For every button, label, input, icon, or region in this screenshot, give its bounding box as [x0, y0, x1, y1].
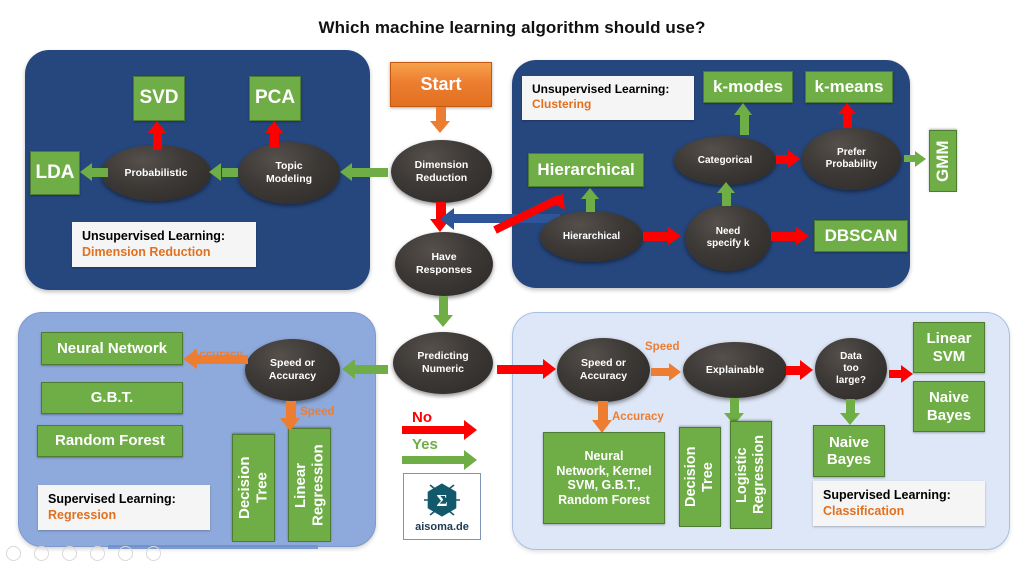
outcome-logistic-regression[interactable]: Logistic Regression	[730, 421, 772, 529]
outcome-decision-tree-classification[interactable]: Decision Tree	[679, 427, 721, 527]
page-title: Which machine learning algorithm should …	[318, 18, 706, 37]
outcome-dbscan[interactable]: DBSCAN	[814, 220, 908, 252]
caption-line-2: Regression	[48, 508, 117, 522]
caption-line-1: Supervised Learning:	[823, 488, 951, 502]
outcome-svd[interactable]: SVD	[133, 76, 185, 121]
caption-line-2: Clustering	[532, 97, 592, 112]
outcome-hierarchical[interactable]: Hierarchical	[528, 153, 644, 187]
legend-label-no: No	[412, 409, 432, 426]
outcome-neural-network[interactable]: Neural Network	[41, 332, 183, 365]
outcome-pca[interactable]: PCA	[249, 76, 301, 121]
caption-line-1: Supervised Learning:	[48, 492, 176, 506]
caption-line-1: Unsupervised Learning:	[82, 229, 226, 243]
outcome-nn-kernelsvm-gbt-rf[interactable]: Neural Network, Kernel SVM, G.B.T., Rand…	[543, 432, 665, 524]
edge-label-speed-classification: Speed	[645, 341, 680, 353]
aisoma-logo[interactable]: Σ aisoma.de	[403, 473, 481, 540]
outcome-decision-tree-regression[interactable]: Decision Tree	[232, 434, 275, 542]
outcome-linear-regression[interactable]: Linear Regression	[288, 428, 331, 542]
outcome-naive-bayes-middle[interactable]: Naive Bayes	[813, 425, 885, 477]
start-node[interactable]: Start	[390, 62, 492, 107]
node-categorical[interactable]: Categorical	[674, 136, 776, 185]
aisoma-logo-text: aisoma.de	[415, 521, 469, 533]
caption-line-2: Dimension Reduction	[82, 245, 211, 259]
node-speed-or-accuracy-regression[interactable]: Speed or Accuracy	[245, 339, 340, 401]
node-explainable[interactable]: Explainable	[683, 342, 787, 398]
svg-text:Σ: Σ	[436, 491, 447, 510]
caption-line-2: Classification	[823, 504, 905, 518]
caption-clustering: Unsupervised Learning: Clustering	[522, 76, 694, 120]
outcome-gmm[interactable]: GMM	[929, 130, 957, 192]
node-need-specify-k[interactable]: Need specify k	[685, 205, 771, 271]
outcome-k-means[interactable]: k-means	[805, 71, 893, 103]
outcome-k-modes[interactable]: k-modes	[703, 71, 793, 103]
caption-regression: Supervised Learning: Regression	[38, 485, 210, 530]
edge-label-speed-regression: Speed	[300, 406, 335, 418]
caption-line-1: Unsupervised Learning:	[532, 82, 670, 96]
node-have-responses[interactable]: Have Responses	[395, 232, 493, 296]
outcome-linear-svm[interactable]: Linear SVM	[913, 322, 985, 373]
legend-label-yes: Yes	[412, 436, 438, 453]
node-data-too-large[interactable]: Data too large?	[815, 338, 887, 400]
outcome-random-forest[interactable]: Random Forest	[37, 425, 183, 457]
outcome-gbt[interactable]: G.B.T.	[41, 382, 183, 414]
caption-dimension-reduction: Unsupervised Learning: Dimension Reducti…	[72, 222, 256, 267]
node-predicting-numeric[interactable]: Predicting Numeric	[393, 332, 493, 394]
outcome-lda[interactable]: LDA	[30, 151, 80, 195]
edge-label-accuracy-classification: Accuracy	[612, 411, 664, 423]
edge-label-accuracy-regression: Accuracy	[191, 349, 243, 361]
node-probabilistic[interactable]: Probabilistic	[101, 145, 211, 201]
node-topic-modeling[interactable]: Topic Modeling	[238, 142, 340, 204]
node-dimension-reduction[interactable]: Dimension Reduction	[391, 140, 492, 203]
node-speed-or-accuracy-classification[interactable]: Speed or Accuracy	[557, 338, 650, 402]
flowchart-canvas: Which machine learning algorithm should …	[0, 0, 1024, 561]
node-hierarchical[interactable]: Hierarchical	[540, 211, 643, 262]
aisoma-hexagon-sigma-icon: Σ	[424, 483, 460, 517]
node-prefer-probability[interactable]: Prefer Probability	[802, 128, 901, 190]
caption-classification: Supervised Learning: Classification	[813, 481, 985, 526]
outcome-naive-bayes-right[interactable]: Naive Bayes	[913, 381, 985, 432]
